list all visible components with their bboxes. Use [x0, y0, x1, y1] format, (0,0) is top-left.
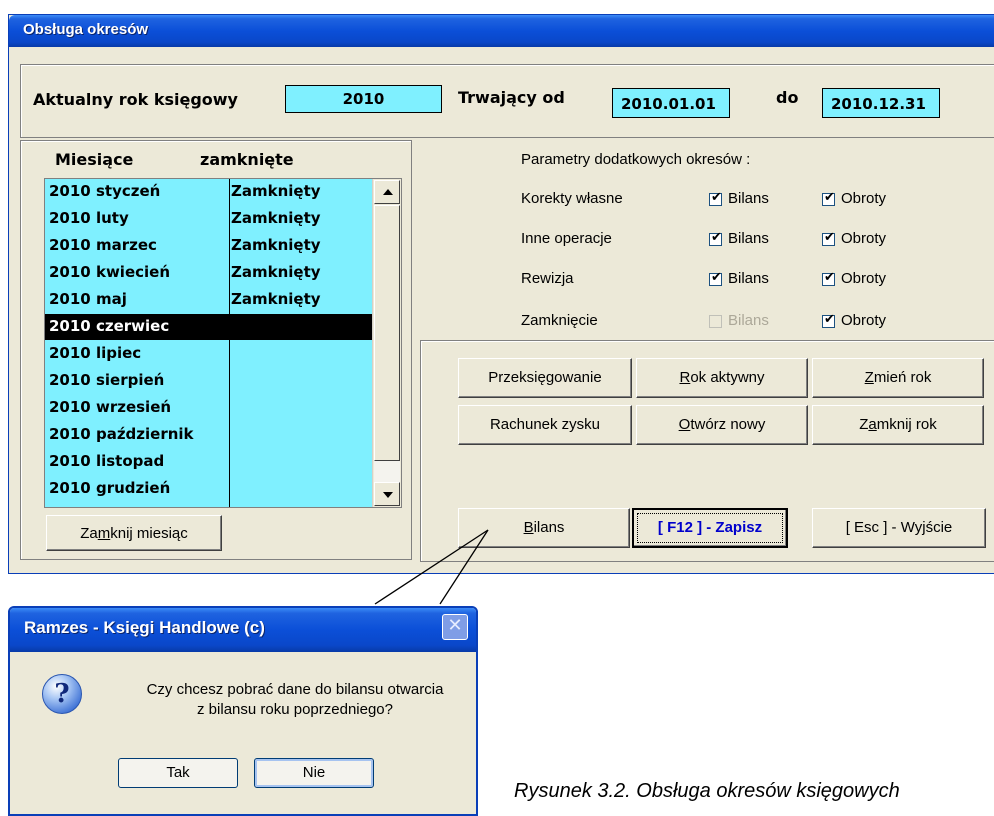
dialog-message-line2: z bilansu roku poprzedniego? [197, 701, 393, 718]
dialog-message-line1: Czy chcesz pobrać dane do bilansu otwarc… [146, 681, 444, 698]
figure-caption: Rysunek 3.2. Obsługa okresów księgowych [514, 780, 900, 802]
dialog-titlebar[interactable]: Ramzes - Księgi Handlowe (c) ✕ [10, 608, 476, 652]
close-icon: ✕ [447, 615, 463, 636]
dialog-title: Ramzes - Księgi Handlowe (c) [24, 618, 265, 637]
confirm-dialog: Ramzes - Księgi Handlowe (c) ✕ ? Czy chc… [8, 606, 478, 816]
dialog-message: Czy chcesz pobrać dane do bilansu otwarc… [110, 680, 476, 720]
no-button[interactable]: Nie [254, 758, 374, 788]
dialog-close-button[interactable]: ✕ [442, 614, 468, 640]
question-icon: ? [42, 674, 82, 714]
yes-button[interactable]: Tak [118, 758, 238, 788]
